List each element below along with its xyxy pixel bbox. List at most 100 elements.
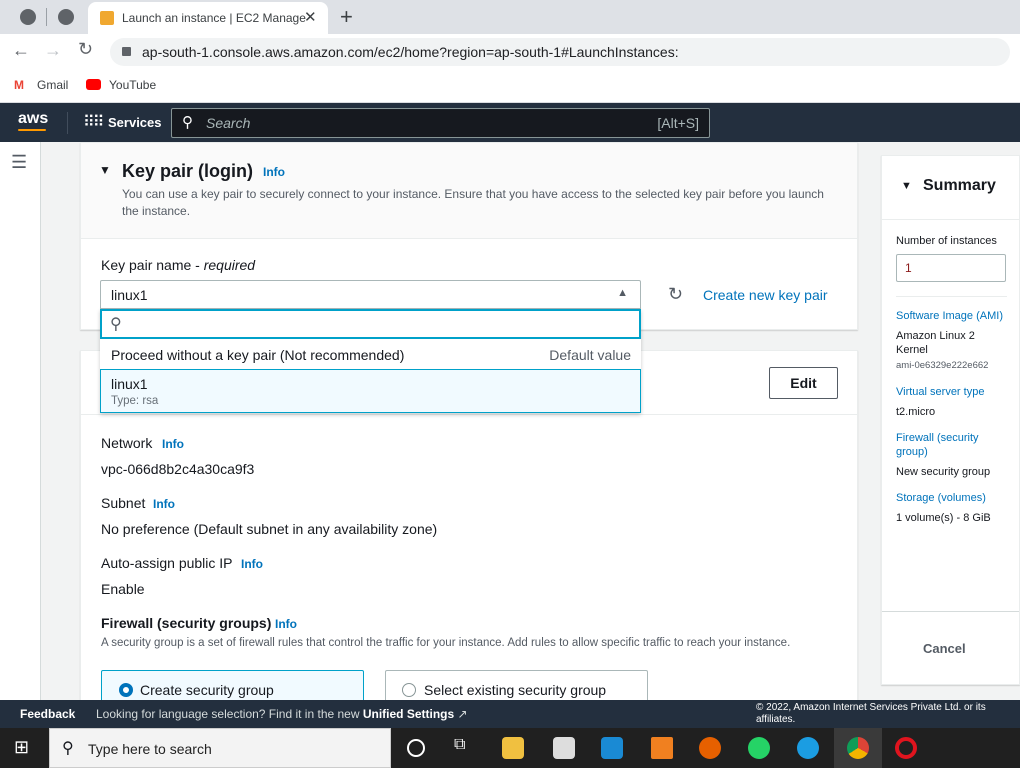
globe-icon-tab[interactable]	[20, 9, 36, 25]
radio-unselected-icon	[402, 683, 416, 697]
key-pair-select[interactable]: linux1 ▲	[100, 280, 641, 309]
browser-tab-bar: Launch an instance | EC2 Manage ✕ +	[0, 0, 1020, 34]
collapse-caret-icon[interactable]: ▼	[901, 180, 912, 192]
aws-logo[interactable]: aws	[18, 110, 48, 128]
tab-title: Launch an instance | EC2 Manage	[122, 11, 306, 25]
key-pair-name-label: Key pair name - required	[101, 257, 255, 273]
aws-search-input[interactable]: ⚲ Search [Alt+S]	[171, 108, 710, 138]
search-icon: ⚲	[182, 114, 193, 131]
network-value: vpc-066d8b2c4a30ca9f3	[101, 461, 255, 477]
required-text: required	[203, 257, 256, 273]
store-icon[interactable]	[553, 737, 575, 759]
hamburger-menu-icon[interactable]: ☰	[11, 152, 27, 173]
task-view-icon[interactable]: ⧉	[454, 736, 465, 754]
instances-label: Number of instances	[896, 235, 997, 247]
dropdown-filter-input[interactable]: ⚲	[100, 309, 641, 339]
external-link-icon: ↗	[457, 707, 468, 721]
label-text: Key pair name -	[101, 257, 204, 273]
collapse-caret-icon[interactable]: ▼	[99, 163, 111, 177]
mail-icon[interactable]	[601, 737, 623, 759]
key-pair-info-link[interactable]: Info	[263, 165, 285, 179]
youtube-icon	[86, 79, 101, 90]
create-new-key-pair-link[interactable]: Create new key pair	[703, 287, 828, 303]
network-label: Network	[101, 435, 153, 451]
vlc-icon[interactable]	[651, 737, 673, 759]
bookmark-youtube[interactable]: YouTube	[109, 78, 156, 92]
firewall-info-link[interactable]: Info	[275, 617, 297, 631]
subnet-info-link[interactable]: Info	[153, 497, 175, 511]
storage-value: 1 volume(s) - 8 GiB	[896, 512, 991, 524]
cortana-icon[interactable]	[407, 739, 425, 757]
whatsapp-icon[interactable]	[748, 737, 770, 759]
firewall-description: A security group is a set of firewall ru…	[101, 637, 791, 649]
firewall-link[interactable]: Firewall (security group)	[896, 431, 1007, 459]
left-sidebar: ☰	[0, 142, 41, 700]
key-pair-header: ▼ Key pair (login) Info You can use a ke…	[81, 143, 857, 239]
radio-label: Create security group	[140, 682, 274, 698]
forward-icon[interactable]: →	[44, 40, 62, 61]
summary-title: Summary	[923, 177, 996, 194]
summary-header: ▼ Summary	[882, 156, 1019, 220]
new-tab-icon[interactable]: +	[340, 4, 353, 30]
copyright: © 2022, Amazon Internet Services Private…	[756, 702, 986, 725]
aws-favicon-icon	[100, 11, 114, 25]
chrome-taskbar-active[interactable]	[834, 728, 882, 768]
chrome-icon	[847, 737, 869, 759]
active-tab[interactable]: Launch an instance | EC2 Manage ✕	[88, 2, 328, 34]
address-bar-row: ← → ↻ ap-south-1.console.aws.amazon.com/…	[0, 34, 1020, 70]
key-pair-title: Key pair (login)	[122, 161, 254, 181]
dropdown-option-no-key-pair[interactable]: Proceed without a key pair (Not recommen…	[100, 339, 641, 369]
storage-link[interactable]: Storage (volumes)	[896, 491, 1007, 505]
lock-icon	[122, 47, 131, 56]
summary-body: Number of instances 1 Software Image (AM…	[882, 220, 1019, 525]
file-explorer-icon[interactable]	[502, 737, 524, 759]
unified-settings-link[interactable]: Unified Settings	[363, 707, 454, 721]
taskbar-search-placeholder: Type here to search	[88, 741, 212, 757]
taskbar-search[interactable]: ⚲ Type here to search	[49, 728, 391, 768]
ami-id: ami-0e6329e222e662	[896, 360, 989, 371]
gmail-icon: M	[14, 78, 24, 92]
radio-label: Select existing security group	[424, 682, 607, 698]
services-menu[interactable]: Services	[108, 115, 162, 130]
services-grid-icon[interactable]: ⠿⠿	[83, 112, 104, 132]
summary-panel: ▼ Summary Number of instances 1 Software…	[881, 155, 1020, 685]
feedback-link[interactable]: Feedback	[20, 707, 75, 721]
search-icon: ⚲	[110, 316, 122, 333]
tab-divider	[46, 8, 47, 26]
windows-start-icon[interactable]: ⊞	[14, 737, 29, 758]
firewall-value: New security group	[896, 466, 991, 478]
firewall-label: Firewall (security groups)	[101, 615, 272, 631]
public-ip-info-link[interactable]: Info	[241, 557, 263, 571]
language-notice: Looking for language selection? Find it …	[96, 707, 468, 721]
option-label: linux1	[111, 376, 148, 392]
instance-type-link[interactable]: Virtual server type	[896, 385, 1007, 399]
key-pair-dropdown: ⚲ Proceed without a key pair (Not recomm…	[100, 309, 641, 413]
cancel-button[interactable]: Cancel	[923, 641, 966, 656]
network-info-link[interactable]: Info	[162, 437, 184, 451]
edit-button[interactable]: Edit	[769, 367, 838, 399]
url-bar[interactable]: ap-south-1.console.aws.amazon.com/ec2/ho…	[110, 38, 1010, 66]
refresh-icon[interactable]: ↻	[668, 284, 683, 305]
search-shortcut: [Alt+S]	[657, 115, 699, 131]
ami-link[interactable]: Software Image (AMI)	[896, 309, 1007, 323]
globe-icon-tab[interactable]	[58, 9, 74, 25]
edge-icon[interactable]	[797, 737, 819, 759]
bookmarks-bar: M Gmail YouTube	[0, 70, 1020, 103]
public-ip-label: Auto-assign public IP	[101, 555, 233, 571]
aws-footer: Feedback Looking for language selection?…	[0, 700, 1020, 728]
aws-top-nav: aws ⠿⠿ Services ⚲ Search [Alt+S]	[0, 103, 1020, 142]
opera-icon[interactable]	[895, 737, 917, 759]
instances-input[interactable]: 1	[896, 254, 1006, 282]
search-placeholder: Search	[206, 115, 251, 131]
caret-up-icon: ▲	[617, 287, 628, 299]
firefox-icon[interactable]	[699, 737, 721, 759]
back-icon[interactable]: ←	[12, 40, 30, 61]
dropdown-option-linux1[interactable]: linux1 Type: rsa	[100, 369, 641, 413]
reload-icon[interactable]: ↻	[78, 39, 93, 60]
option-label: Proceed without a key pair (Not recommen…	[111, 347, 405, 363]
close-tab-icon[interactable]: ✕	[304, 8, 317, 26]
search-icon: ⚲	[62, 740, 74, 757]
radio-selected-icon	[119, 683, 133, 697]
ami-value: Amazon Linux 2 Kernel	[896, 330, 975, 356]
bookmark-gmail[interactable]: Gmail	[37, 78, 68, 92]
